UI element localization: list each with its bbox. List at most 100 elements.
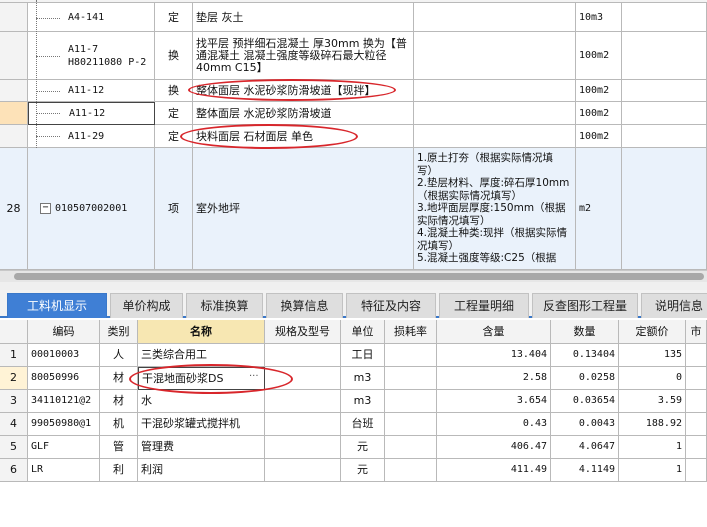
- row-header-selected[interactable]: [0, 102, 28, 125]
- resource-quantity[interactable]: 0.0043: [551, 413, 619, 436]
- resource-category[interactable]: 材: [100, 390, 138, 413]
- resource-loss[interactable]: [385, 344, 437, 367]
- row-number[interactable]: 6: [0, 459, 28, 482]
- resource-name[interactable]: 干混砂浆罐式搅拌机: [138, 413, 265, 436]
- quota-feature[interactable]: [414, 32, 576, 80]
- tab-features[interactable]: 特征及内容: [346, 293, 436, 318]
- quota-extra[interactable]: [622, 80, 707, 102]
- col-header-category[interactable]: 类别: [100, 320, 138, 344]
- quota-feature[interactable]: [414, 80, 576, 102]
- resource-code[interactable]: GLF: [28, 436, 100, 459]
- resource-content[interactable]: 3.654: [437, 390, 551, 413]
- tab-labor-material-machine[interactable]: 工料机显示: [7, 293, 107, 318]
- resource-code[interactable]: 00010003: [28, 344, 100, 367]
- bill-type[interactable]: 项: [155, 148, 193, 270]
- resource-loss[interactable]: [385, 413, 437, 436]
- row-number[interactable]: 1: [0, 344, 28, 367]
- resource-quantity[interactable]: 4.0647: [551, 436, 619, 459]
- resource-content[interactable]: 411.49: [437, 459, 551, 482]
- resource-category[interactable]: 人: [100, 344, 138, 367]
- resource-code[interactable]: 34110121@2: [28, 390, 100, 413]
- quota-unit[interactable]: 10m3: [576, 3, 622, 32]
- bill-extra[interactable]: [622, 148, 707, 270]
- col-header-spec[interactable]: 规格及型号: [265, 320, 341, 344]
- bill-unit[interactable]: m2: [576, 148, 622, 270]
- col-header-code[interactable]: 编码: [28, 320, 100, 344]
- resource-code[interactable]: 99050980@1: [28, 413, 100, 436]
- resource-quantity[interactable]: 0.03654: [551, 390, 619, 413]
- resource-price[interactable]: 0: [619, 367, 686, 390]
- horizontal-scrollbar[interactable]: [0, 270, 707, 282]
- quota-feature[interactable]: [414, 3, 576, 32]
- quota-name[interactable]: 找平层 预拌细石混凝土 厚30mm 换为【普通混凝土 混凝土强度等级碎石最大粒径…: [193, 32, 414, 80]
- resource-spec[interactable]: [265, 390, 341, 413]
- row-number[interactable]: 5: [0, 436, 28, 459]
- resource-content[interactable]: 13.404: [437, 344, 551, 367]
- resource-content[interactable]: 406.47: [437, 436, 551, 459]
- row-number[interactable]: 3: [0, 390, 28, 413]
- resource-name[interactable]: 利润: [138, 459, 265, 482]
- resource-price[interactable]: 1: [619, 436, 686, 459]
- row-number[interactable]: 2: [0, 367, 28, 390]
- quota-type[interactable]: 换: [155, 80, 193, 102]
- resource-code[interactable]: LR: [28, 459, 100, 482]
- quota-name[interactable]: 垫层 灰土: [193, 3, 414, 32]
- resource-quantity[interactable]: 0.0258: [551, 367, 619, 390]
- resource-content[interactable]: 0.43: [437, 413, 551, 436]
- resource-unit[interactable]: 元: [341, 459, 385, 482]
- resource-market[interactable]: [686, 436, 707, 459]
- bill-code-cell[interactable]: − 010507002001: [28, 148, 155, 270]
- resource-category[interactable]: 机: [100, 413, 138, 436]
- quota-unit[interactable]: 100m2: [576, 32, 622, 80]
- tab-unit-price[interactable]: 单价构成: [110, 293, 183, 318]
- quota-type[interactable]: 定: [155, 102, 193, 125]
- row-number[interactable]: 4: [0, 413, 28, 436]
- resource-market[interactable]: [686, 390, 707, 413]
- row-header[interactable]: [0, 32, 28, 80]
- quota-feature[interactable]: [414, 125, 576, 148]
- quota-unit[interactable]: 100m2: [576, 125, 622, 148]
- resource-quantity[interactable]: 4.1149: [551, 459, 619, 482]
- row-header[interactable]: [0, 125, 28, 148]
- col-header-market[interactable]: 市: [686, 320, 707, 344]
- resource-price[interactable]: 188.92: [619, 413, 686, 436]
- col-header-content[interactable]: 含量: [437, 320, 551, 344]
- resource-unit[interactable]: 元: [341, 436, 385, 459]
- quota-extra[interactable]: [622, 32, 707, 80]
- resource-loss[interactable]: [385, 459, 437, 482]
- resource-quantity[interactable]: 0.13404: [551, 344, 619, 367]
- col-header-quantity[interactable]: 数量: [551, 320, 619, 344]
- resource-spec[interactable]: [265, 413, 341, 436]
- resource-unit[interactable]: 工日: [341, 344, 385, 367]
- resource-unit[interactable]: m3: [341, 367, 385, 390]
- col-header-name[interactable]: 名称: [138, 320, 265, 344]
- resource-price[interactable]: 135: [619, 344, 686, 367]
- splitter[interactable]: [0, 282, 707, 290]
- quota-name[interactable]: 整体面层 水泥砂浆防滑坡道: [193, 102, 414, 125]
- tab-reverse-lookup[interactable]: 反查图形工程量: [532, 293, 638, 318]
- resource-category[interactable]: 利: [100, 459, 138, 482]
- quota-extra[interactable]: [622, 102, 707, 125]
- resource-category[interactable]: 管: [100, 436, 138, 459]
- tab-conversion-info[interactable]: 换算信息: [266, 293, 343, 318]
- col-header-price[interactable]: 定额价: [619, 320, 686, 344]
- col-header-loss[interactable]: 损耗率: [385, 320, 437, 344]
- tab-standard-conversion[interactable]: 标准换算: [186, 293, 263, 318]
- row-header[interactable]: [0, 3, 28, 32]
- bill-name[interactable]: 室外地坪: [193, 148, 414, 270]
- resource-spec[interactable]: [265, 459, 341, 482]
- resource-loss[interactable]: [385, 367, 437, 390]
- resource-price[interactable]: 3.59: [619, 390, 686, 413]
- quota-unit[interactable]: 100m2: [576, 102, 622, 125]
- tab-notes[interactable]: 说明信息: [641, 293, 707, 318]
- col-header-unit[interactable]: 单位: [341, 320, 385, 344]
- quota-feature[interactable]: [414, 102, 576, 125]
- scrollbar-thumb[interactable]: [14, 273, 704, 280]
- collapse-icon[interactable]: −: [40, 203, 51, 214]
- resource-spec[interactable]: [265, 344, 341, 367]
- resource-loss[interactable]: [385, 390, 437, 413]
- quota-type[interactable]: 定: [155, 3, 193, 32]
- tab-quantity-detail[interactable]: 工程量明细: [439, 293, 529, 318]
- resource-market[interactable]: [686, 367, 707, 390]
- resource-unit[interactable]: m3: [341, 390, 385, 413]
